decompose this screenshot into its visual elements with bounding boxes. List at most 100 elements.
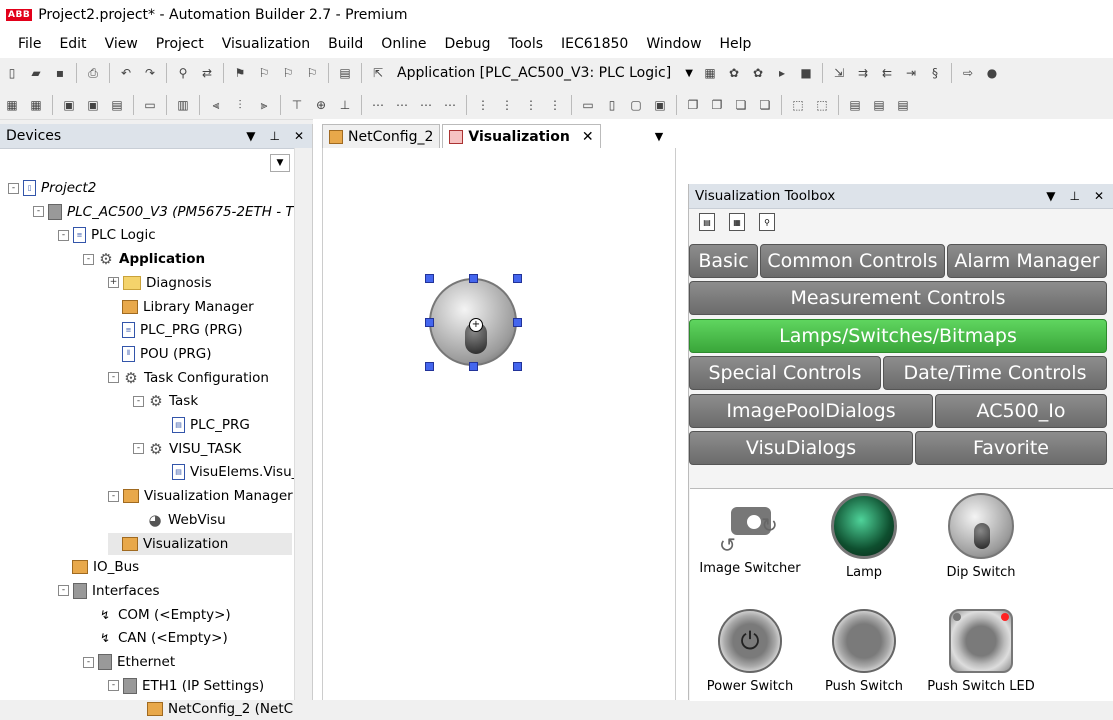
category-imagepooldialogs[interactable]: ImagePoolDialogs	[689, 394, 933, 428]
search-icon[interactable]: ⚲	[759, 213, 775, 231]
layout2-icon[interactable]: ▤	[870, 96, 888, 114]
same-size-icon[interactable]: ▢	[627, 96, 645, 114]
stop-icon[interactable]: ■	[797, 64, 815, 82]
tree-item[interactable]: ▤ VisuElems.Visu_	[158, 461, 298, 483]
force-icon[interactable]: §	[926, 64, 944, 82]
align-left-icon[interactable]: ⫷	[207, 96, 225, 114]
tree-item[interactable]: ↯ CAN (<Empty>)	[83, 627, 228, 649]
menu-iec61850[interactable]: IEC61850	[552, 36, 637, 52]
collapse-icon[interactable]: -	[83, 656, 94, 668]
element-image-switcher[interactable]: ↺ ↻ Image Switcher	[690, 493, 810, 576]
send-backward-icon[interactable]: ❏	[732, 96, 750, 114]
tree-item[interactable]: ⫴ POU (PRG)	[108, 343, 211, 365]
category-basic[interactable]: Basic	[689, 244, 758, 278]
tree-item[interactable]: Library Manager	[108, 296, 254, 318]
send-back-icon[interactable]: ❏	[756, 96, 774, 114]
element-push-switch[interactable]: Push Switch	[804, 609, 924, 694]
bookmark-clear-icon[interactable]: ⚐	[303, 64, 321, 82]
tree-item[interactable]: IO_Bus	[58, 556, 139, 578]
open-icon[interactable]: ▰	[27, 64, 45, 82]
view-grid-icon[interactable]: ▦	[729, 213, 745, 231]
menu-visualization[interactable]: Visualization	[213, 36, 319, 52]
tree-item[interactable]: - ⚙ Task	[133, 390, 198, 412]
category-measurement-controls[interactable]: Measurement Controls	[689, 281, 1107, 315]
table-icon[interactable]: ▤	[108, 96, 126, 114]
distribute-v3-icon[interactable]: ⋮	[522, 96, 540, 114]
category-common-controls[interactable]: Common Controls	[760, 244, 945, 278]
distribute-h4-icon[interactable]: ⋯	[441, 96, 459, 114]
distribute-v2-icon[interactable]: ⋮	[498, 96, 516, 114]
tab-netconfig[interactable]: NetConfig_2	[322, 124, 441, 149]
ungroup-icon[interactable]: ▦	[27, 96, 45, 114]
clipboard-icon[interactable]: ▤	[336, 64, 354, 82]
menu-help[interactable]: Help	[711, 36, 761, 52]
logout-icon[interactable]: ✿	[749, 64, 767, 82]
next-icon[interactable]: ⇨	[959, 64, 977, 82]
new-icon[interactable]: ▯	[3, 64, 21, 82]
collapse-icon[interactable]: -	[133, 395, 144, 407]
menu-window[interactable]: Window	[637, 36, 710, 52]
menu-file[interactable]: File	[9, 36, 50, 52]
menu-online[interactable]: Online	[372, 36, 435, 52]
canvas-dip-switch[interactable]: +	[425, 274, 522, 371]
menu-debug[interactable]: Debug	[435, 36, 499, 52]
collapse-icon[interactable]: -	[133, 443, 144, 455]
distribute-h3-icon[interactable]: ⋯	[417, 96, 435, 114]
tree-item[interactable]: - Visualization Manager	[108, 485, 293, 507]
element-dip-switch[interactable]: Dip Switch	[921, 493, 1041, 580]
run-icon[interactable]: ▸	[773, 64, 791, 82]
tree-item[interactable]: - ⚙ Application	[83, 248, 205, 270]
align-top-icon[interactable]: ⊤	[288, 96, 306, 114]
category-lamps-switches-bitmaps[interactable]: Lamps/Switches/Bitmaps	[689, 319, 1107, 353]
distribute-h-icon[interactable]: ⋯	[369, 96, 387, 114]
tree-item[interactable]: - ⚙ Task Configuration	[108, 367, 269, 389]
element-lamp[interactable]: Lamp	[804, 493, 924, 580]
bookmark-prev-icon[interactable]: ⚐	[279, 64, 297, 82]
pin-icon[interactable]: ⊥	[269, 129, 279, 143]
frame-icon[interactable]: ▭	[141, 96, 159, 114]
layout-icon[interactable]: ▤	[846, 96, 864, 114]
resize-handle-w[interactable]	[425, 318, 434, 327]
expand-icon[interactable]: +	[108, 277, 119, 289]
category-special-controls[interactable]: Special Controls	[689, 356, 881, 390]
dropdown-icon[interactable]: ▼	[246, 129, 255, 143]
menu-project[interactable]: Project	[147, 36, 213, 52]
collapse-icon[interactable]: -	[108, 372, 119, 384]
tree-item[interactable]: - ETH1 (IP Settings)	[108, 675, 264, 697]
tree-item[interactable]: - ⚙ VISU_TASK	[133, 438, 241, 460]
close-icon[interactable]: ✕	[294, 129, 304, 143]
align-middle-icon[interactable]: ⊕	[312, 96, 330, 114]
view-list-icon[interactable]: ▤	[699, 213, 715, 231]
select-all-icon[interactable]: ⬚	[789, 96, 807, 114]
find-icon[interactable]: ⚲	[174, 64, 192, 82]
replace-icon[interactable]: ⇄	[198, 64, 216, 82]
collapse-icon[interactable]: -	[58, 585, 69, 597]
same-width-icon[interactable]: ▭	[579, 96, 597, 114]
export-icon[interactable]: ⇱	[369, 64, 387, 82]
element-push-switch-led[interactable]: Push Switch LED	[921, 609, 1041, 694]
step-into-icon[interactable]: ⇲	[830, 64, 848, 82]
visu-icon[interactable]: ▣	[60, 96, 78, 114]
category-favorite[interactable]: Favorite	[915, 431, 1107, 465]
same-height-icon[interactable]: ▯	[603, 96, 621, 114]
resize-handle-se[interactable]	[513, 362, 522, 371]
collapse-icon[interactable]: -	[108, 490, 119, 502]
collapse-icon[interactable]: -	[83, 253, 94, 265]
build-icon[interactable]: ▦	[701, 64, 719, 82]
distribute-h2-icon[interactable]: ⋯	[393, 96, 411, 114]
run-to-cursor-icon[interactable]: ⇥	[902, 64, 920, 82]
collapse-icon[interactable]: -	[33, 206, 44, 218]
collapse-icon[interactable]: -	[8, 182, 19, 194]
step-over-icon[interactable]: ⇉	[854, 64, 872, 82]
keyboard-icon[interactable]: ▥	[174, 96, 192, 114]
tree-item[interactable]: NetConfig_2 (NetC	[133, 698, 293, 720]
layout3-icon[interactable]: ▤	[894, 96, 912, 114]
redo-icon[interactable]: ↷	[141, 64, 159, 82]
category-alarm-manager[interactable]: Alarm Manager	[947, 244, 1107, 278]
tab-visualization[interactable]: Visualization ✕	[442, 124, 601, 149]
undo-icon[interactable]: ↶	[117, 64, 135, 82]
print-icon[interactable]: ⎙	[84, 64, 102, 82]
devices-scrollbar[interactable]	[294, 148, 312, 700]
menu-build[interactable]: Build	[319, 36, 372, 52]
tree-item[interactable]: - PLC_AC500_V3 (PM5675-2ETH - TB	[33, 201, 303, 223]
